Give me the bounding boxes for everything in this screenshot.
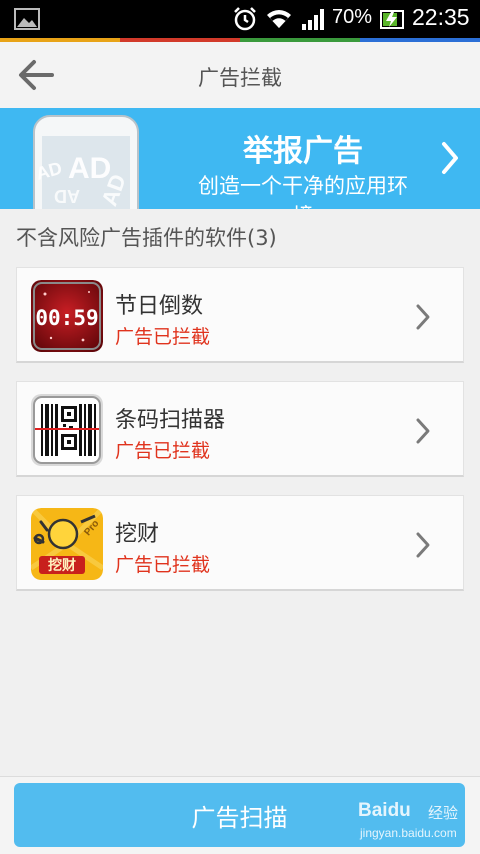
wacai-app-icon: Pro 挖财 xyxy=(31,508,103,580)
app-name: 挖财 xyxy=(115,522,160,547)
app-status: 广告已拦截 xyxy=(115,554,211,576)
alarm-icon xyxy=(234,7,256,31)
signal-icon xyxy=(302,9,324,30)
wacai-icon-text: 挖财 xyxy=(48,557,76,574)
gallery-icon xyxy=(14,8,40,30)
app-status: 广告已拦截 xyxy=(115,326,211,348)
app-name: 条码扫描器 xyxy=(115,408,226,433)
barcode-scanner-icon xyxy=(31,394,103,466)
countdown-clock-icon: 00:59 xyxy=(31,280,103,352)
section-title: 不含风险广告插件的软件(3) xyxy=(16,226,277,250)
baidu-jingyan-watermark: Baidu 经验 jingyan.baidu.com xyxy=(358,800,468,848)
app-status: 广告已拦截 xyxy=(115,440,211,462)
banner-heading: 举报广告 xyxy=(243,134,363,169)
chevron-right-icon xyxy=(416,532,430,558)
header-bar: 广告拦截 xyxy=(0,42,480,108)
app-card-countdown[interactable]: 00:59 节日倒数 广告已拦截 xyxy=(16,267,464,363)
status-bar: 70% 22:35 xyxy=(0,0,480,38)
svg-text:00:59: 00:59 xyxy=(35,306,98,330)
clock: 22:35 xyxy=(412,4,470,30)
battery-charging-icon xyxy=(380,10,404,29)
chevron-right-icon xyxy=(416,418,430,444)
ad-text-4: AD xyxy=(54,186,80,206)
watermark-text: 经验 xyxy=(428,804,459,822)
report-ad-banner[interactable]: AD AD AD AD 举报广告 创造一个干净的应用环境 xyxy=(0,108,480,209)
watermark-url: jingyan.baidu.com xyxy=(360,826,457,840)
app-name: 节日倒数 xyxy=(115,294,204,319)
banner-subheading: 创造一个干净的应用环境 xyxy=(198,174,408,209)
watermark-logo: Baidu xyxy=(358,800,411,821)
app-card-wacai[interactable]: Pro 挖财 挖财 广告已拦截 xyxy=(16,495,464,591)
battery-percent: 70% xyxy=(332,6,373,28)
page-title: 广告拦截 xyxy=(198,66,282,90)
chevron-right-icon xyxy=(442,142,458,174)
wifi-icon xyxy=(267,10,291,28)
phone-ad-illustration: AD AD AD AD xyxy=(33,115,139,209)
chevron-right-icon xyxy=(416,304,430,330)
app-card-barcode-scanner[interactable]: 条码扫描器 广告已拦截 xyxy=(16,381,464,477)
